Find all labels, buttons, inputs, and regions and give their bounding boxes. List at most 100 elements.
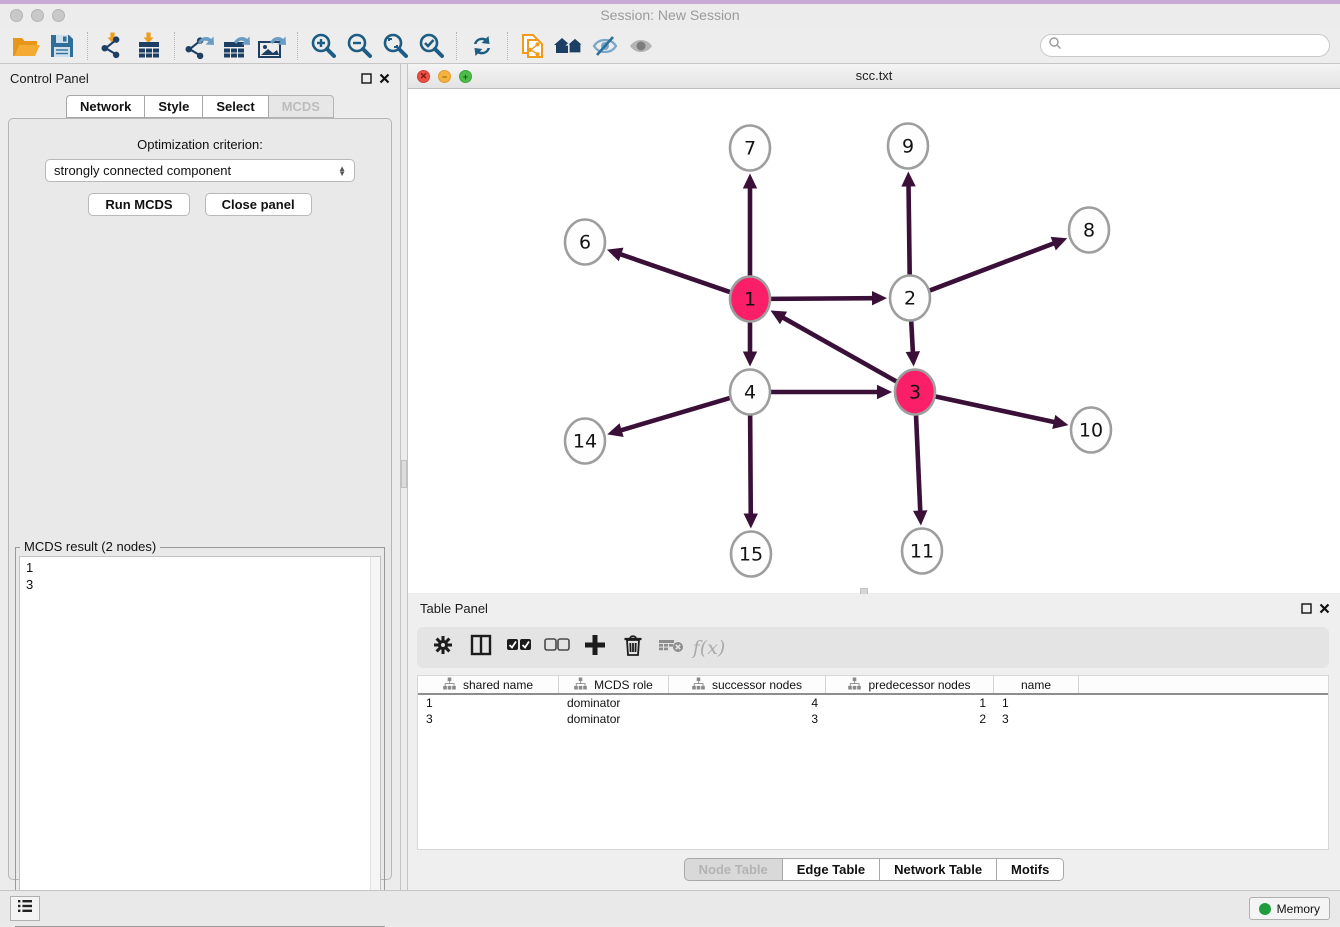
graph-node-2[interactable]: 2 xyxy=(890,276,930,321)
node-label-14: 14 xyxy=(573,431,597,453)
network-canvas[interactable]: 1 2 3 4 6 7 8 9 10 11 14 15 xyxy=(408,90,1340,593)
tab-mcds[interactable]: MCDS xyxy=(269,95,334,118)
graph-node-15[interactable]: 15 xyxy=(731,532,771,577)
edge-3-10[interactable] xyxy=(936,396,1056,422)
tab-node-table[interactable]: Node Table xyxy=(684,858,783,881)
graph-node-8[interactable]: 8 xyxy=(1069,208,1109,253)
edge-2-9[interactable] xyxy=(909,184,910,274)
delete-row-icon xyxy=(623,633,643,662)
panel-splitter[interactable] xyxy=(400,64,408,890)
show-graphics-button[interactable] xyxy=(623,31,659,61)
import-network-button[interactable] xyxy=(95,31,131,61)
home-button[interactable] xyxy=(551,31,587,61)
graph-node-4[interactable]: 4 xyxy=(730,370,770,415)
app-title: Session: New Session xyxy=(0,7,1340,23)
table-cell: 1 xyxy=(994,696,1079,710)
table-cell: dominator xyxy=(559,696,669,710)
node-label-11: 11 xyxy=(910,541,934,563)
run-mcds-button[interactable]: Run MCDS xyxy=(88,193,189,216)
control-panel-title: Control Panel xyxy=(10,71,89,86)
graph-node-3[interactable]: 3 xyxy=(895,370,935,415)
export-table-button[interactable] xyxy=(218,31,254,61)
splitter-grip[interactable] xyxy=(401,460,407,488)
table-row[interactable]: 1dominator411 xyxy=(418,695,1328,711)
delete-row-button[interactable] xyxy=(619,634,647,662)
float-panel-icon[interactable] xyxy=(1301,603,1312,614)
tab-motifs[interactable]: Motifs xyxy=(997,858,1064,881)
optimization-criterion-select[interactable]: strongly connected component ▲▼ xyxy=(45,159,355,182)
table-settings-button[interactable] xyxy=(429,634,457,662)
column-header-successor-nodes[interactable]: successor nodes xyxy=(669,676,826,693)
export-image-button[interactable] xyxy=(254,31,290,61)
refresh-layout-button[interactable] xyxy=(464,31,500,61)
table-row[interactable]: 3dominator323 xyxy=(418,711,1328,727)
deselect-all-rows-icon xyxy=(544,638,570,657)
hide-graphics-button[interactable] xyxy=(587,31,623,61)
add-column-button[interactable] xyxy=(581,634,609,662)
network-window-titlebar[interactable]: ✕ − + scc.txt xyxy=(408,64,1340,89)
column-visibility-button[interactable] xyxy=(467,634,495,662)
search-input[interactable] xyxy=(1067,37,1329,55)
mcds-result-text[interactable]: 13 xyxy=(19,556,381,923)
select-all-rows-button[interactable] xyxy=(505,634,533,662)
hierarchy-icon xyxy=(848,677,861,693)
tab-network-table[interactable]: Network Table xyxy=(880,858,997,881)
graph-node-1[interactable]: 1 xyxy=(730,277,770,322)
edge-3-11[interactable] xyxy=(916,415,920,512)
mcds-panel: Optimization criterion: strongly connect… xyxy=(8,118,392,880)
deselect-all-rows-button[interactable] xyxy=(543,634,571,662)
graph-node-6[interactable]: 6 xyxy=(565,220,605,265)
home-icon xyxy=(553,33,585,59)
import-table-button[interactable] xyxy=(131,31,167,61)
column-header-shared-name[interactable]: shared name xyxy=(418,676,559,693)
memory-button[interactable]: Memory xyxy=(1249,897,1330,920)
export-image-icon xyxy=(256,32,288,60)
float-panel-icon[interactable] xyxy=(361,73,372,84)
optimization-criterion-label: Optimization criterion: xyxy=(9,137,391,152)
edge-1-2[interactable] xyxy=(771,298,874,299)
tab-network[interactable]: Network xyxy=(66,95,145,118)
table-cell: 4 xyxy=(669,696,826,710)
control-panel-header: Control Panel xyxy=(0,64,400,92)
tab-edge-table[interactable]: Edge Table xyxy=(783,858,880,881)
search-box[interactable] xyxy=(1040,34,1330,57)
column-header-name[interactable]: name xyxy=(994,676,1079,693)
edge-2-8[interactable] xyxy=(930,243,1055,291)
zoom-selected-button[interactable] xyxy=(413,31,449,61)
graph-node-10[interactable]: 10 xyxy=(1071,408,1111,453)
graph-node-14[interactable]: 14 xyxy=(565,419,605,464)
mcds-result-scrollbar[interactable] xyxy=(370,557,380,922)
add-column-icon xyxy=(584,634,606,661)
edge-3-1[interactable] xyxy=(782,317,896,381)
app-titlebar: Session: New Session xyxy=(0,4,1340,28)
graph-node-9[interactable]: 9 xyxy=(888,124,928,169)
control-panel-tabs: NetworkStyleSelectMCDS xyxy=(0,95,400,118)
tab-select[interactable]: Select xyxy=(203,95,268,118)
close-panel-icon[interactable] xyxy=(1319,603,1330,614)
save-session-button[interactable] xyxy=(44,31,80,61)
task-history-button[interactable] xyxy=(10,896,40,921)
network-snapshot-button[interactable] xyxy=(515,31,551,61)
graph-node-11[interactable]: 11 xyxy=(902,529,942,574)
zoom-out-icon xyxy=(345,32,373,60)
zoom-in-button[interactable] xyxy=(305,31,341,61)
table-toolbar: f(x) xyxy=(417,627,1329,668)
table-cell: 3 xyxy=(994,712,1079,726)
edge-1-6[interactable] xyxy=(619,254,730,292)
edge-4-14[interactable] xyxy=(620,398,730,431)
toolbar-separator xyxy=(297,32,298,60)
edge-4-15[interactable] xyxy=(750,415,751,515)
arrowhead-4-15 xyxy=(744,513,758,528)
export-network-button[interactable] xyxy=(182,31,218,61)
zoom-out-button[interactable] xyxy=(341,31,377,61)
graph-node-7[interactable]: 7 xyxy=(730,126,770,171)
column-header-MCDS-role[interactable]: MCDS role xyxy=(559,676,669,693)
edge-2-3[interactable] xyxy=(911,321,913,353)
zoom-fit-button[interactable] xyxy=(377,31,413,61)
zoom-selected-icon xyxy=(417,32,445,60)
column-header-predecessor-nodes[interactable]: predecessor nodes xyxy=(826,676,994,693)
open-file-button[interactable] xyxy=(8,31,44,61)
tab-style[interactable]: Style xyxy=(145,95,203,118)
close-panel-button[interactable]: Close panel xyxy=(205,193,312,216)
close-panel-icon[interactable] xyxy=(379,73,390,84)
